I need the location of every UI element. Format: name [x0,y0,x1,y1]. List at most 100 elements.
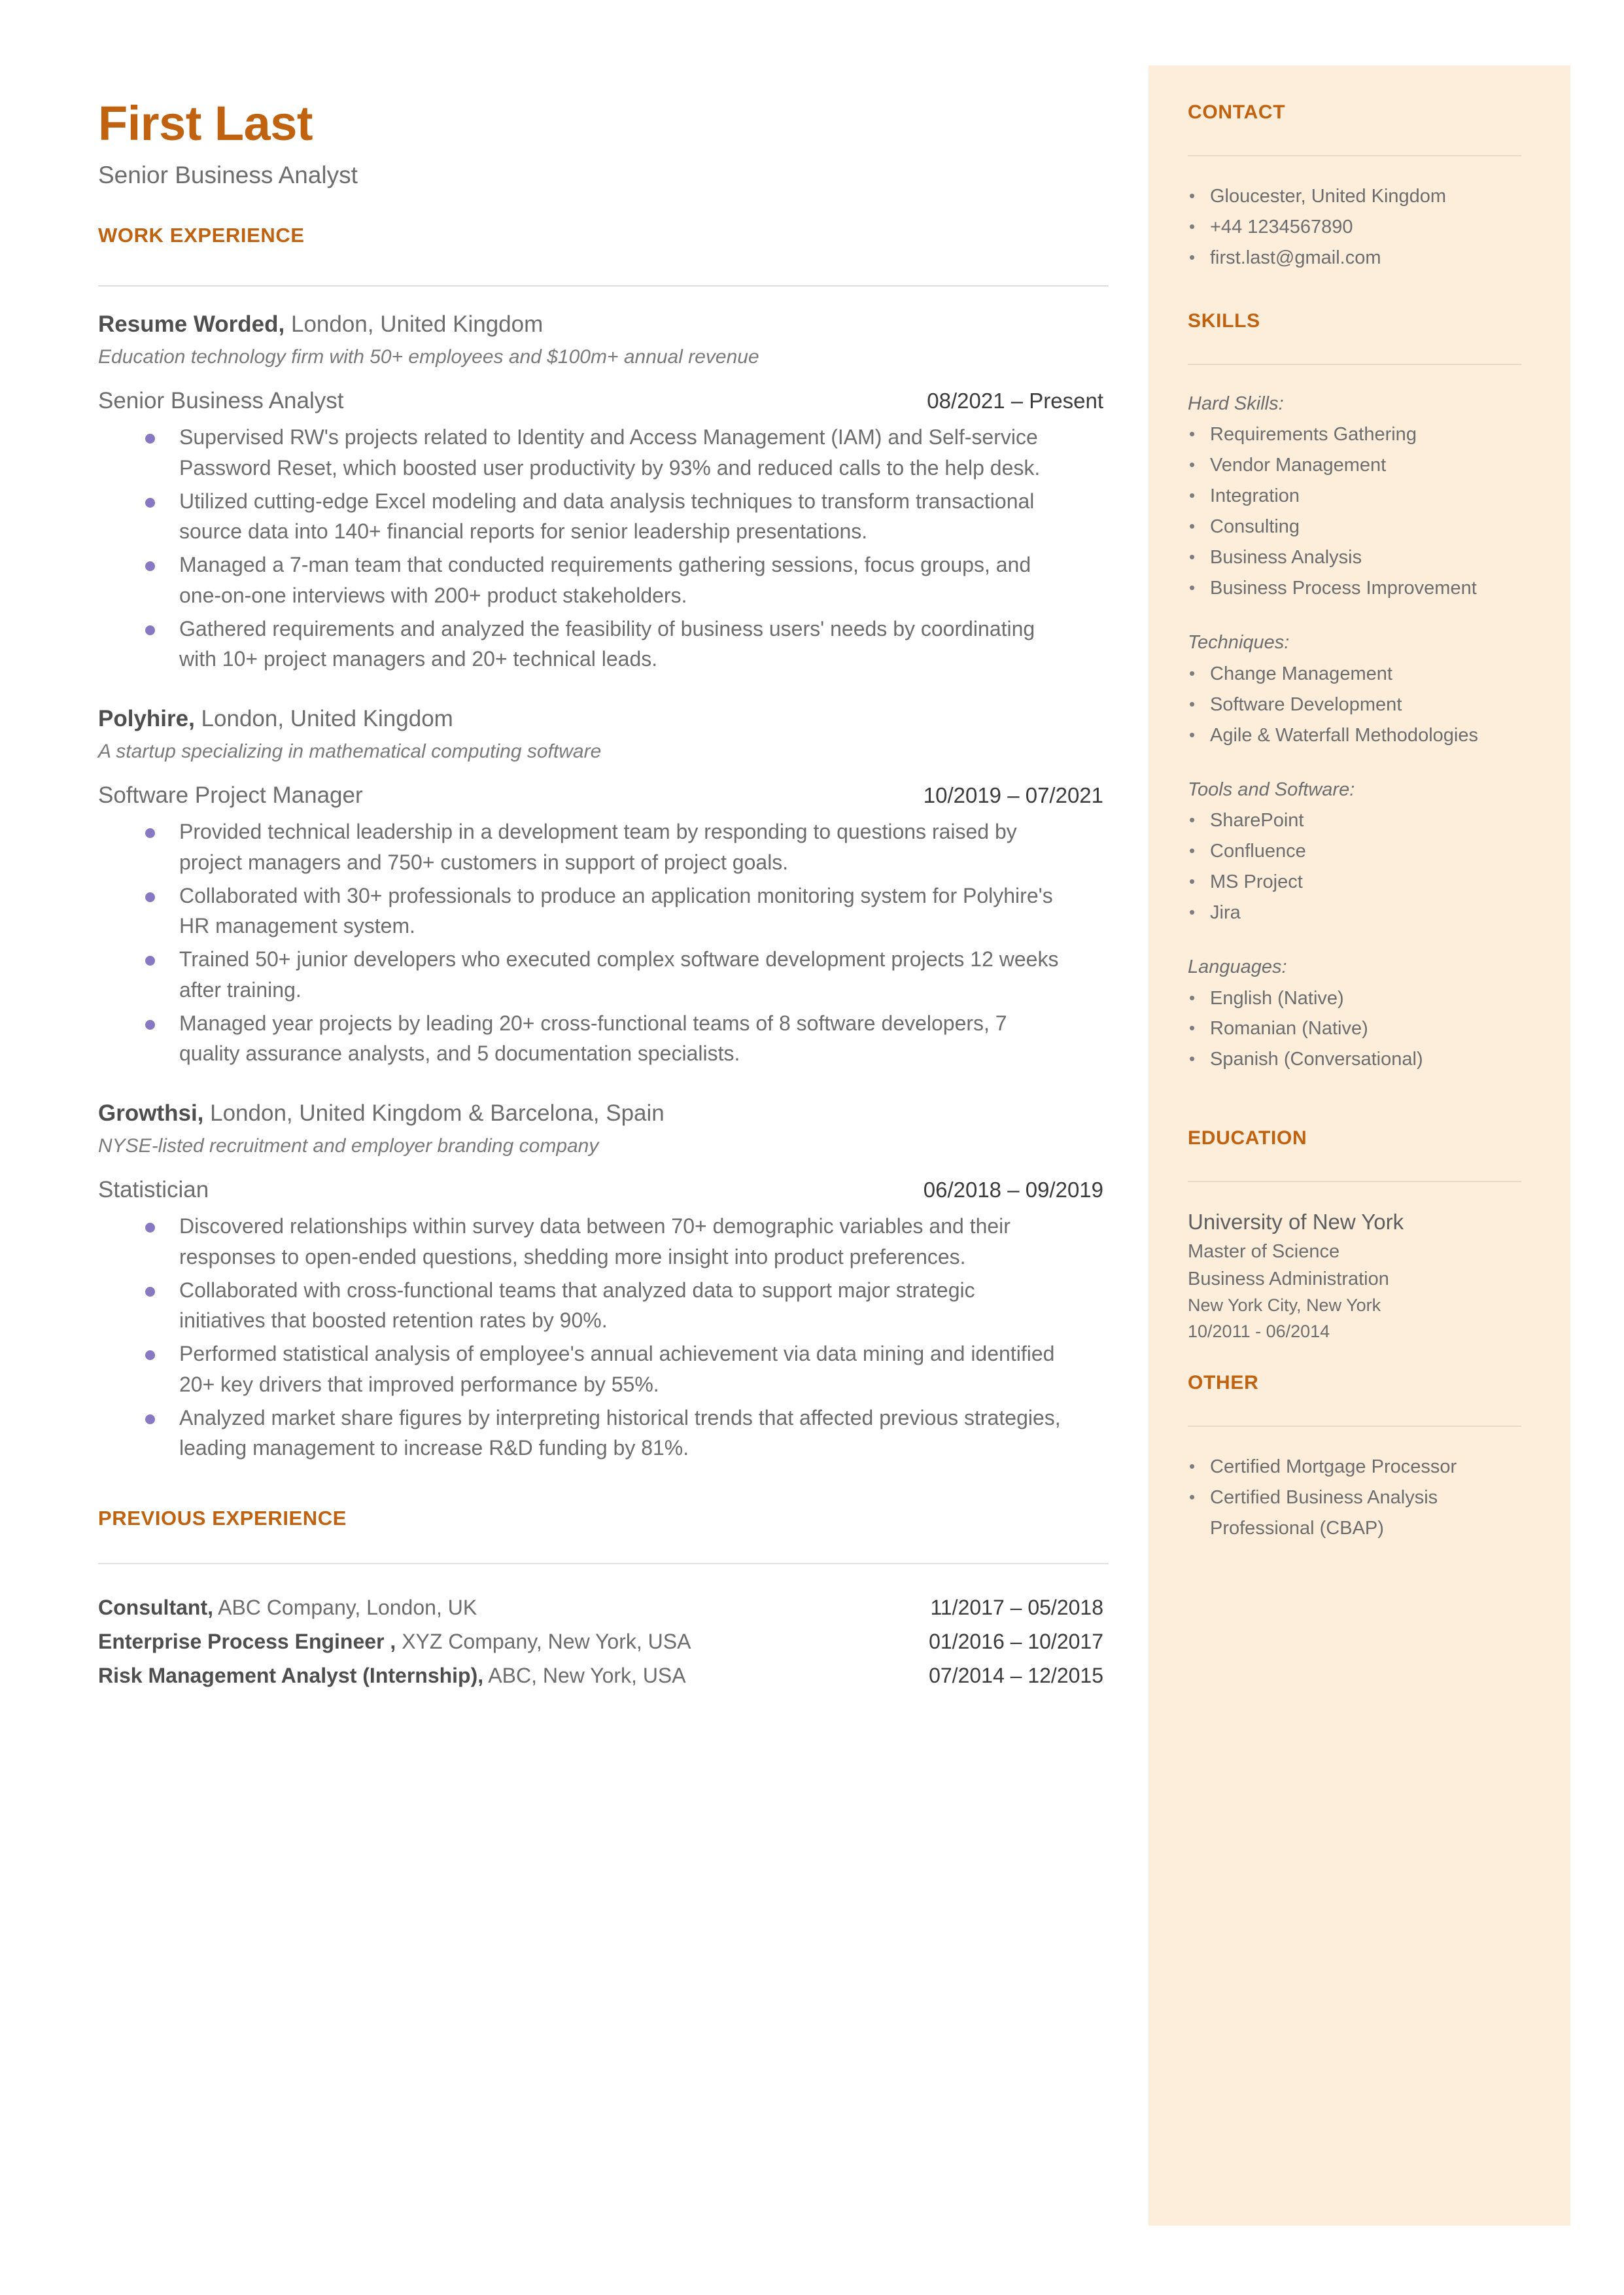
skill-group-label: Languages: [1188,956,1287,977]
company-description: Education technology firm with 50+ emplo… [98,346,759,368]
previous-role-detail: XYZ Company, New York, USA [396,1630,691,1654]
previous-role-cell: Enterprise Process Engineer , XYZ Compan… [98,1626,929,1657]
bullet-list: Discovered relationships within survey d… [145,1211,1109,1463]
skill-list: Requirements Gathering Vendor Management… [1188,419,1521,604]
sidebar-divider-education [1188,1181,1521,1183]
previous-role-dates: 07/2014 – 12/2015 [929,1664,1103,1688]
previous-role-title: Consultant, [98,1596,213,1620]
bullet-item: Discovered relationships within survey d… [145,1211,1061,1272]
previous-role-cell: Consultant, ABC Company, London, UK [98,1592,930,1623]
company-line: Growthsi, London, United Kingdom & Barce… [98,1098,1109,1129]
bullet-item: Provided technical leadership in a devel… [145,816,1061,877]
bullet-item: Utilized cutting-edge Excel modeling and… [145,486,1061,547]
bullet-item: Collaborated with 30+ professionals to p… [145,881,1061,941]
previous-role-dates: 11/2017 – 05/2018 [930,1596,1103,1620]
company-location: London, United Kingdom & Barcelona, Spai… [203,1100,665,1127]
section-divider-previous-experience [98,1563,1109,1565]
header-job-title: Senior Business Analyst [98,161,358,188]
contact-list: Gloucester, United Kingdom +44 123456789… [1188,181,1521,273]
skill-item: Vendor Management [1188,450,1521,481]
sidebar-content: CONTACT Gloucester, United Kingdom +44 1… [1188,101,1521,1544]
page-title: First Last [98,96,313,150]
role-dates: 06/2018 – 09/2019 [923,1178,1103,1202]
role-title: Senior Business Analyst [98,388,344,414]
section-divider-work-experience [98,285,1109,287]
company-location: London, United Kingdom [285,311,544,338]
role-title: Statistician [98,1177,209,1203]
company-name: Growthsi, [98,1100,204,1127]
skill-item: Software Development [1188,690,1521,720]
skill-item: Requirements Gathering [1188,419,1521,450]
experience-entry-polyhire: Polyhire, London, United Kingdom A start… [98,703,1109,1069]
contact-item-location: Gloucester, United Kingdom [1188,181,1521,212]
education-school: University of New York [1188,1210,1404,1235]
company-description: NYSE-listed recruitment and employer bra… [98,1135,599,1157]
company-block: Growthsi, London, United Kingdom & Barce… [98,1098,1109,1160]
previous-role-detail: ABC Company, London, UK [213,1596,477,1620]
section-heading-work-experience: WORK EXPERIENCE [98,224,305,247]
bullet-item: Gathered requirements and analyzed the f… [145,614,1061,674]
experience-entry-growthsi: Growthsi, London, United Kingdom & Barce… [98,1098,1109,1463]
skill-item: SharePoint [1188,805,1521,836]
previous-role-dates: 01/2016 – 10/2017 [929,1630,1103,1654]
bullet-item: Trained 50+ junior developers who execut… [145,944,1061,1005]
previous-role-title: Enterprise Process Engineer , [98,1630,396,1654]
education-location: New York City, New York [1188,1295,1381,1316]
role-title: Software Project Manager [98,782,363,809]
company-name: Resume Worded, [98,311,285,338]
skill-item: Jira [1188,898,1521,928]
role-dates: 10/2019 – 07/2021 [923,783,1103,808]
other-item: Certified Mortgage Processor [1188,1452,1521,1482]
sidebar-heading-other: OTHER [1188,1371,1259,1393]
company-line: Polyhire, London, United Kingdom [98,703,1109,734]
bullet-item: Managed a 7-man team that conducted requ… [145,550,1061,610]
table-row: Consultant, ABC Company, London, UK 11/2… [98,1592,1109,1623]
skill-item: English (Native) [1188,983,1521,1014]
previous-role-title: Risk Management Analyst (Internship), [98,1664,484,1688]
sidebar-heading-contact: CONTACT [1188,101,1286,123]
skill-group-label: Hard Skills: [1188,393,1284,414]
previous-role-cell: Risk Management Analyst (Internship), AB… [98,1660,929,1691]
resume-page: CONTACT Gloucester, United Kingdom +44 1… [0,0,1624,2295]
skill-item: Romanian (Native) [1188,1013,1521,1044]
previous-role-detail: ABC, New York, USA [483,1664,686,1688]
skill-group-languages: Languages: English (Native) Romanian (Na… [1188,953,1521,1075]
role-dates: 08/2021 – Present [927,389,1103,413]
sidebar-panel: CONTACT Gloucester, United Kingdom +44 1… [1149,65,1570,2226]
company-location: London, United Kingdom [194,706,453,732]
skill-item: Business Process Improvement [1188,573,1521,604]
skill-item: Consulting [1188,512,1521,542]
skill-list: English (Native) Romanian (Native) Spani… [1188,983,1521,1076]
section-heading-previous-experience: PREVIOUS EXPERIENCE [98,1507,347,1530]
bullet-item: Collaborated with cross-functional teams… [145,1275,1061,1336]
skill-group-tools-and-software: Tools and Software: SharePoint Confluenc… [1188,776,1521,928]
education-entry: University of New York Master of Science… [1188,1207,1521,1344]
role-row: Statistician 06/2018 – 09/2019 [98,1177,1109,1203]
sidebar-divider-skills [1188,363,1521,365]
skill-list: Change Management Software Development A… [1188,659,1521,751]
company-block: Polyhire, London, United Kingdom A start… [98,703,1109,765]
skill-item: Confluence [1188,836,1521,867]
skill-group-label: Tools and Software: [1188,779,1355,800]
other-item: Certified Business Analysis Professional… [1188,1482,1521,1544]
experience-entry-resume-worded: Resume Worded, London, United Kingdom Ed… [98,309,1109,674]
skill-item: Business Analysis [1188,542,1521,573]
table-row: Risk Management Analyst (Internship), AB… [98,1660,1109,1691]
other-list: Certified Mortgage Processor Certified B… [1188,1452,1521,1544]
education-dates: 10/2011 - 06/2014 [1188,1321,1330,1341]
bullet-list: Provided technical leadership in a devel… [145,816,1109,1069]
skill-item: Change Management [1188,659,1521,690]
education-degree: Master of Science [1188,1241,1340,1263]
sidebar-divider-other [1188,1425,1521,1427]
main-column: First Last Senior Business Analyst WORK … [98,98,1109,1694]
contact-item-email: first.last@gmail.com [1188,243,1521,273]
skill-group-hard-skills: Hard Skills: Requirements Gathering Vend… [1188,390,1521,604]
education-field: Business Administration [1188,1269,1389,1290]
sidebar-heading-education: EDUCATION [1188,1127,1307,1149]
bullet-item: Supervised RW's projects related to Iden… [145,422,1061,483]
previous-experience-section: PREVIOUS EXPERIENCE Consultant, ABC Comp… [98,1507,1109,1691]
company-line: Resume Worded, London, United Kingdom [98,309,1109,340]
